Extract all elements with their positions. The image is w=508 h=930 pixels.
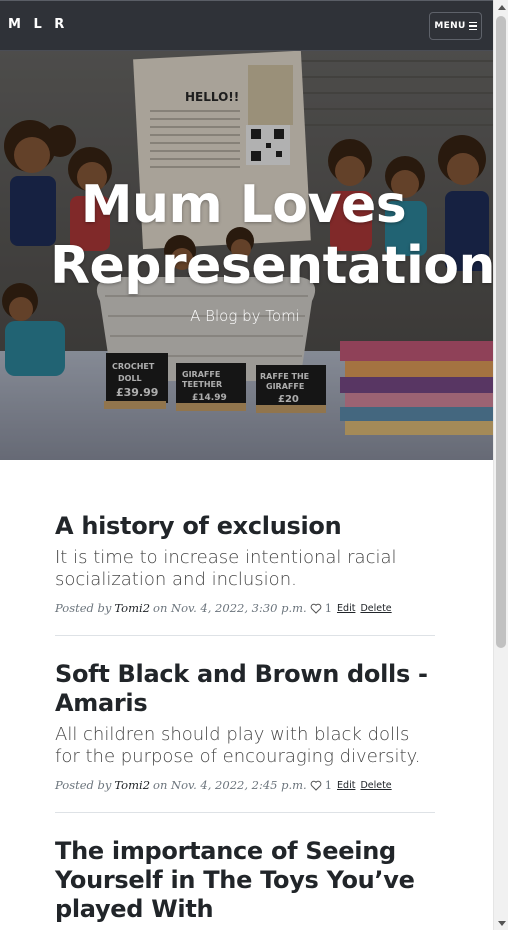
hero-header: HELLO!! CROCHET DOLL £39.99 GIRAFFE TEET… [0,51,493,460]
menu-button[interactable]: MENU [429,12,482,40]
heart-icon [310,603,322,614]
post-preview: Soft Black and Brown dolls - Amaris All … [55,636,435,813]
hamburger-icon [468,21,477,31]
heart-icon [310,780,322,791]
brand-logo[interactable]: M L R [8,17,68,32]
post-date: on Nov. 4, 2022, 3:30 p.m. [153,601,307,615]
post-list: A history of exclusion It is time to inc… [55,460,435,930]
posted-by-label: Posted by [55,778,112,792]
post-title-link[interactable]: A history of exclusion [55,512,435,541]
post-author: Tomi2 [114,778,151,792]
post-title-link[interactable]: Soft Black and Brown dolls - Amaris [55,660,435,718]
post-preview: The importance of Seeing Yourself in The… [55,813,435,930]
site-title-line-1: Mum Loves [80,175,407,235]
post-date: on Nov. 4, 2022, 2:45 p.m. [153,778,307,792]
site-title-line-2: Representation [49,236,493,296]
menu-label: MENU [434,21,466,31]
site-subtitle: A Blog by Tomi [190,307,300,325]
edit-link[interactable]: Edit [337,603,355,614]
vertical-scrollbar[interactable] [493,0,508,930]
post-subtitle[interactable]: All children should play with black doll… [55,724,435,768]
delete-link[interactable]: Delete [360,603,391,614]
like-count: 1 [324,778,333,792]
page: M L R MENU HELLO!! CROCHET DOLL £39.99 G… [0,0,493,930]
like-count: 1 [324,601,333,615]
post-preview: A history of exclusion It is time to inc… [55,460,435,636]
site-title: Mum Loves Representation [0,175,493,297]
scroll-down-arrow-icon[interactable] [494,916,508,930]
post-title-link[interactable]: The importance of Seeing Yourself in The… [55,837,435,924]
post-author: Tomi2 [114,601,151,615]
scrollbar-thumb[interactable] [496,16,506,648]
delete-link[interactable]: Delete [360,780,391,791]
post-meta: Posted by Tomi2 on Nov. 4, 2022, 3:30 p.… [55,601,435,615]
edit-link[interactable]: Edit [337,780,355,791]
scroll-up-arrow-icon[interactable] [494,0,508,14]
navbar: M L R MENU [0,0,493,51]
post-meta: Posted by Tomi2 on Nov. 4, 2022, 2:45 p.… [55,778,435,792]
post-subtitle[interactable]: It is time to increase intentional racia… [55,547,435,591]
posted-by-label: Posted by [55,601,112,615]
